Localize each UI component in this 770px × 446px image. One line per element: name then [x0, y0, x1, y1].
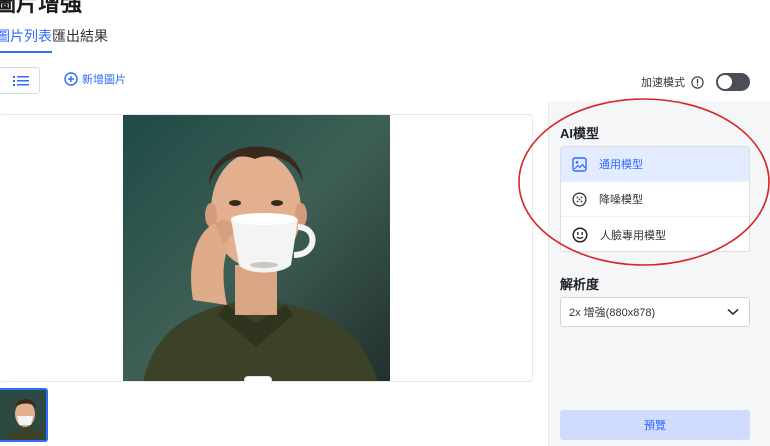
thumbnail-illustration	[0, 390, 46, 440]
add-image-label: 新增圖片	[82, 74, 126, 86]
ai-model-title: AI模型	[560, 126, 600, 141]
tab-export-results[interactable]: 匯出結果	[52, 26, 108, 46]
chevron-down-icon	[727, 308, 739, 316]
face-icon	[572, 226, 588, 243]
tab-image-list[interactable]: 圖片列表	[0, 26, 52, 53]
resolution-title: 解析度	[560, 277, 600, 292]
speed-mode-toggle[interactable]	[716, 73, 750, 91]
toggle-knob	[718, 75, 732, 89]
preview-handle[interactable]	[244, 376, 272, 384]
person-drinking-illustration	[123, 115, 390, 381]
list-icon	[13, 75, 29, 86]
model-option-general[interactable]: 通用模型	[561, 147, 749, 182]
model-option-denoise[interactable]: 降噪模型	[561, 182, 749, 217]
settings-panel: AI模型 通用模型 降噪模型 人臉專用模型 解析度 2x 增強(880x878)…	[548, 101, 770, 446]
plus-circle-icon	[64, 72, 78, 86]
speed-mode-control: 加速模式	[641, 73, 750, 91]
speed-mode-label: 加速模式	[641, 77, 685, 89]
image-thumbnail[interactable]	[0, 388, 48, 442]
model-option-face[interactable]: 人臉專用模型	[561, 217, 749, 251]
resolution-value: 2x 增強(880x878)	[569, 307, 656, 319]
noise-reduction-icon	[572, 191, 587, 207]
list-view-toggle[interactable]	[0, 67, 40, 94]
add-image-button[interactable]: 新增圖片	[64, 71, 126, 87]
preview-button[interactable]: 預覽	[560, 410, 750, 440]
info-icon[interactable]	[691, 75, 704, 89]
image-icon	[572, 156, 587, 172]
model-option-label: 降噪模型	[599, 194, 643, 206]
page-title: 圖片增強	[0, 0, 83, 16]
preview-photo	[123, 115, 390, 381]
ai-model-list: 通用模型 降噪模型 人臉專用模型	[560, 146, 750, 252]
model-option-label: 人臉專用模型	[600, 229, 666, 242]
image-preview-area	[0, 114, 533, 382]
resolution-dropdown[interactable]: 2x 增強(880x878)	[560, 297, 750, 327]
model-option-label: 通用模型	[599, 159, 643, 171]
